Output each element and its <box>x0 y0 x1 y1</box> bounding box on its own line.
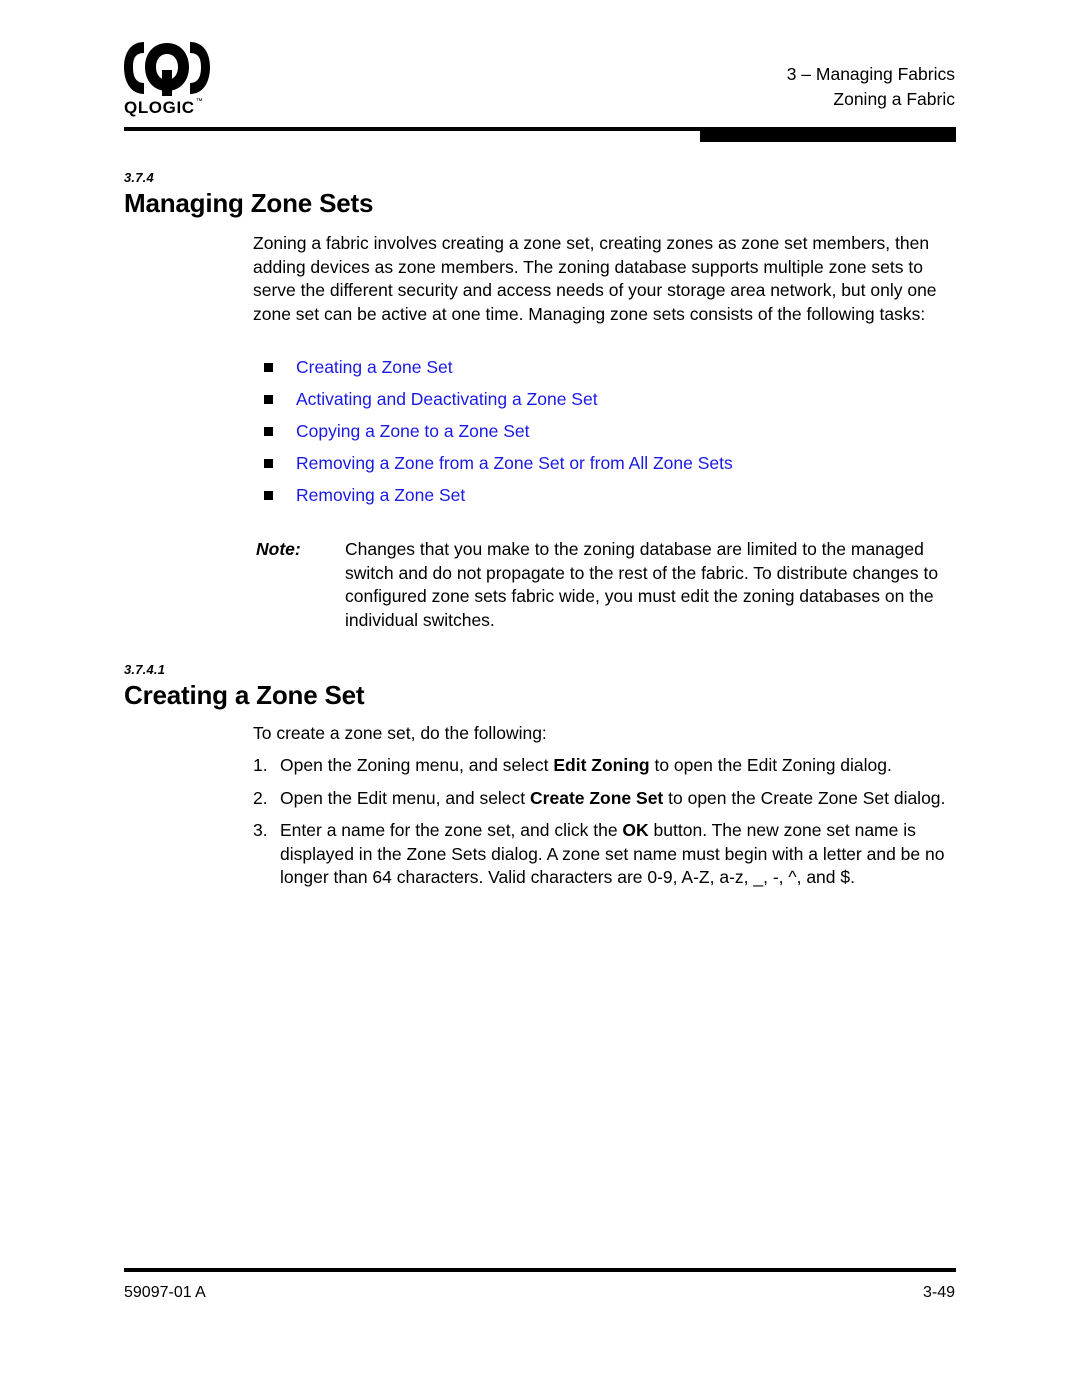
footer-rule <box>124 1268 956 1272</box>
procedure-step: 1. Open the Zoning menu, and select Edit… <box>253 754 959 778</box>
square-bullet-icon <box>264 395 273 404</box>
task-link[interactable]: Copying a Zone to a Zone Set <box>296 420 529 443</box>
to-do-paragraph: To create a zone set, do the following: <box>253 723 547 743</box>
list-item[interactable]: Copying a Zone to a Zone Set <box>264 420 964 452</box>
square-bullet-icon <box>264 363 273 372</box>
note-text: Changes that you make to the zoning data… <box>345 539 939 630</box>
step-number: 2. <box>253 787 268 808</box>
list-item[interactable]: Removing a Zone from a Zone Set or from … <box>264 452 964 484</box>
footer-doc-number: 59097-01 A <box>124 1284 206 1301</box>
qlogic-logo-icon <box>124 42 210 96</box>
section-title: Managing Zone Sets <box>124 188 374 218</box>
task-link-list: Creating a Zone Set Activating and Deact… <box>264 356 964 516</box>
header-rule-thin <box>124 127 702 131</box>
trademark-icon: ™ <box>195 98 203 105</box>
section-heading-3-7-4-1: 3.7.4.1 Creating a Zone Set <box>124 662 365 711</box>
procedure-step: 2. Open the Edit menu, and select Create… <box>253 787 959 811</box>
step-text: Open the Zoning menu, and select Edit Zo… <box>280 755 892 775</box>
step-text: Open the Edit menu, and select Create Zo… <box>280 787 946 808</box>
procedure-step: 3. Enter a name for the zone set, and cl… <box>253 819 959 890</box>
header-chapter-line: 3 – Managing Fabrics <box>786 64 955 84</box>
footer-page-number: 3-49 <box>922 1284 955 1301</box>
procedure-step-list: 1. Open the Zoning menu, and select Edit… <box>253 754 959 899</box>
page-header: QLOGIC ™ 3 – Managing Fabrics Zoning a Fa… <box>0 0 1080 150</box>
intro-paragraph: Zoning a fabric involves creating a zone… <box>253 233 937 324</box>
section-number: 3.7.4.1 <box>124 662 166 677</box>
note-block: Note: Changes that you make to the zonin… <box>256 538 962 632</box>
section-number: 3.7.4 <box>124 170 154 185</box>
qlogic-wordmark-text: QLOGIC <box>124 98 195 117</box>
list-item[interactable]: Activating and Deactivating a Zone Set <box>264 388 964 420</box>
section-title: Creating a Zone Set <box>124 680 365 710</box>
qlogic-wordmark: QLOGIC ™ <box>124 98 224 118</box>
step-number: 1. <box>253 755 268 775</box>
header-running-title: 3 – Managing Fabrics Zoning a Fabric <box>787 62 955 112</box>
note-label: Note: <box>256 539 301 559</box>
header-section-line: Zoning a Fabric <box>833 89 955 109</box>
task-link[interactable]: Creating a Zone Set <box>296 356 453 379</box>
document-page: QLOGIC ™ 3 – Managing Fabrics Zoning a Fa… <box>0 0 1080 1397</box>
square-bullet-icon <box>264 491 273 500</box>
task-link[interactable]: Activating and Deactivating a Zone Set <box>296 388 598 411</box>
header-rule-thick <box>700 127 956 142</box>
square-bullet-icon <box>264 459 273 468</box>
list-item[interactable]: Removing a Zone Set <box>264 484 964 516</box>
step-text: Enter a name for the zone set, and click… <box>280 820 945 888</box>
list-item[interactable]: Creating a Zone Set <box>264 356 964 388</box>
section-heading-3-7-4: 3.7.4 Managing Zone Sets <box>124 170 373 219</box>
task-link[interactable]: Removing a Zone from a Zone Set or from … <box>296 452 733 475</box>
step-number: 3. <box>253 820 268 841</box>
task-link[interactable]: Removing a Zone Set <box>296 484 465 507</box>
qlogic-logo: QLOGIC ™ <box>124 40 244 118</box>
square-bullet-icon <box>264 427 273 436</box>
